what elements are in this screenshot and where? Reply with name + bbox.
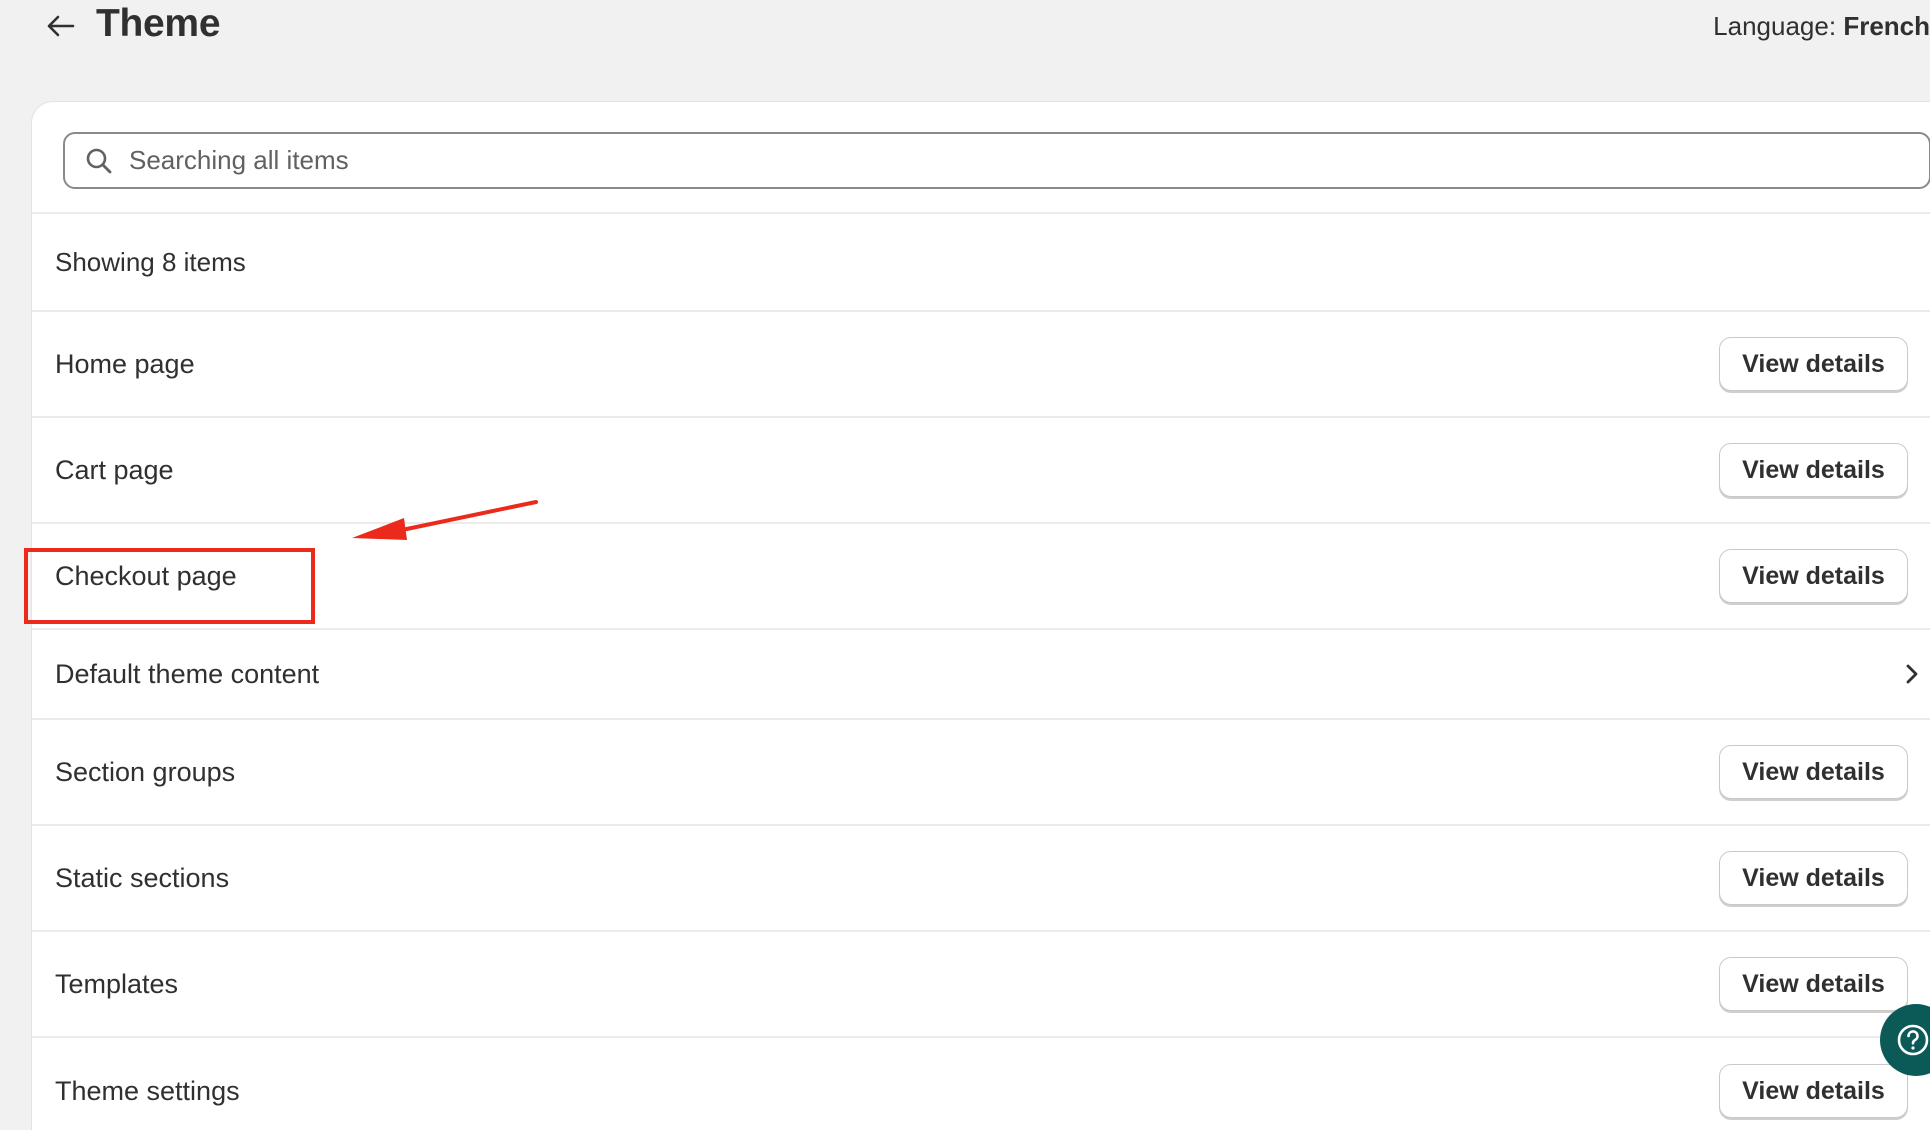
list-item-label: Home page (55, 348, 195, 379)
language-value: French (1843, 11, 1930, 41)
view-details-button[interactable]: View details (1719, 851, 1908, 905)
language-indicator: Language: French (1713, 11, 1930, 42)
list-item: Checkout page View details (32, 524, 1930, 630)
view-details-button[interactable]: View details (1719, 443, 1908, 497)
items-list: Home page View details Cart page View de… (32, 312, 1930, 1130)
search-section: Searching all items (32, 102, 1930, 214)
list-item-label: Theme settings (55, 1075, 240, 1106)
list-item: Cart page View details (32, 418, 1930, 524)
arrow-left-icon (47, 15, 75, 37)
search-input[interactable]: Searching all items (63, 132, 1930, 189)
list-item-label: Section groups (55, 756, 236, 787)
view-details-button[interactable]: View details (1719, 1064, 1908, 1118)
list-item: Theme settings View details (32, 1038, 1930, 1130)
list-item: Static sections View details (32, 826, 1930, 932)
results-count: Showing 8 items (55, 246, 246, 277)
list-item: Section groups View details (32, 720, 1930, 826)
theme-page: Theme Language: French Searching all ite… (0, 0, 1930, 1130)
top-bar: Theme Language: French (0, 0, 1930, 60)
list-item-label: Default theme content (55, 658, 320, 689)
chevron-right-icon[interactable] (1900, 662, 1924, 686)
view-details-button[interactable]: View details (1719, 745, 1908, 799)
back-button[interactable] (42, 8, 78, 44)
search-placeholder: Searching all items (129, 145, 349, 175)
list-item-label: Static sections (55, 862, 230, 893)
view-details-button[interactable]: View details (1719, 337, 1908, 391)
list-item: Home page View details (32, 312, 1930, 418)
view-details-button[interactable]: View details (1719, 549, 1908, 603)
list-item-default-theme-content[interactable]: Default theme content (32, 630, 1930, 720)
list-item-label: Checkout page (55, 560, 237, 591)
search-icon (85, 146, 115, 176)
list-item-label: Cart page (55, 454, 174, 485)
language-label: Language: (1713, 11, 1837, 41)
results-summary-row: Showing 8 items (32, 214, 1930, 312)
list-item: Templates View details (32, 932, 1930, 1038)
page-title: Theme (96, 2, 221, 45)
question-circle-icon (1897, 1024, 1929, 1056)
list-item-label: Templates (55, 968, 179, 999)
content-card: Searching all items Showing 8 items Home… (31, 101, 1930, 1130)
view-details-button[interactable]: View details (1719, 957, 1908, 1011)
